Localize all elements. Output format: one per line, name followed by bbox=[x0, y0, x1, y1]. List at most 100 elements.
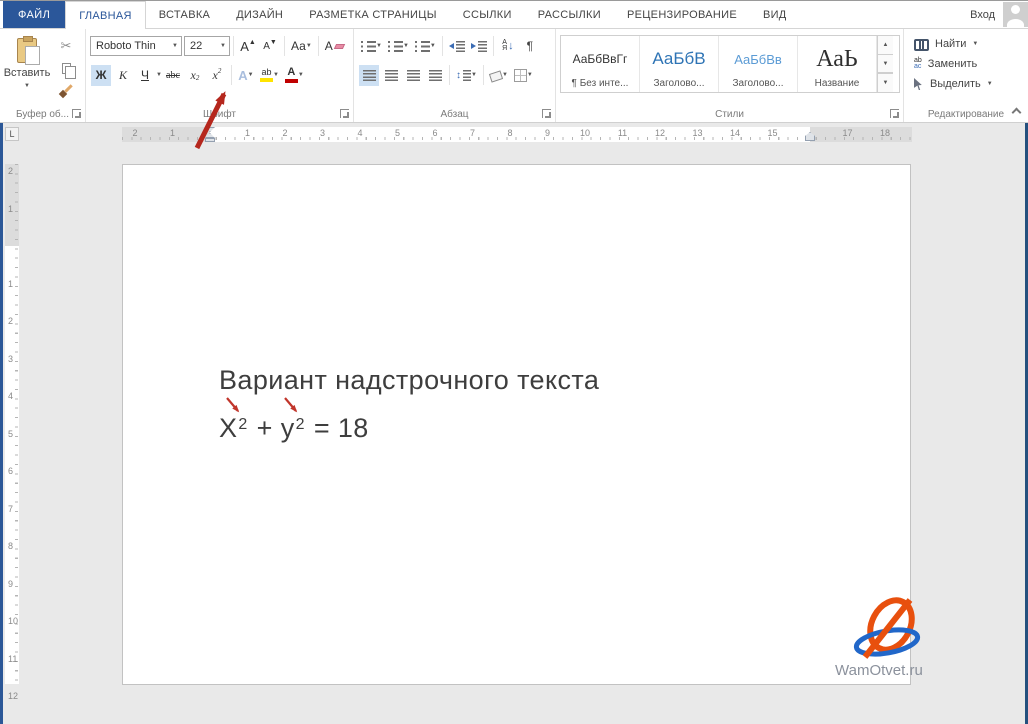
bold-button[interactable]: Ж bbox=[91, 65, 111, 86]
highlight-color-button[interactable]: ab ▼ bbox=[258, 65, 281, 86]
paste-dropdown-caret[interactable]: ▼ bbox=[24, 83, 30, 89]
vertical-ruler[interactable]: 21123456789101112 bbox=[5, 164, 19, 684]
numbering-button[interactable]: ▼ bbox=[386, 36, 411, 57]
shrink-font-button[interactable]: А▼ bbox=[260, 36, 280, 57]
ruler-number: 6 bbox=[432, 128, 437, 138]
font-dialog-launcher[interactable] bbox=[340, 109, 349, 118]
ruler-number: 10 bbox=[8, 616, 18, 626]
font-color-button[interactable]: А ▼ bbox=[283, 65, 306, 86]
line-spacing-button[interactable]: ↕▼ bbox=[454, 65, 479, 86]
grow-font-button[interactable]: А▲ bbox=[238, 36, 258, 57]
tab-insert[interactable]: ВСТАВКА bbox=[146, 1, 223, 28]
find-label: Найти bbox=[935, 38, 966, 50]
style-no-spacing[interactable]: АаБбВвГг ¶ Без инте... bbox=[561, 36, 640, 92]
subscript-button[interactable]: x2 bbox=[185, 65, 205, 86]
multilevel-list-button[interactable]: ▼ bbox=[413, 36, 438, 57]
style-heading1[interactable]: АаБбВ Заголово... bbox=[640, 36, 719, 92]
styles-more-button[interactable]: ▼ bbox=[877, 73, 893, 92]
tab-references[interactable]: ССЫЛКИ bbox=[450, 1, 525, 28]
style-heading2[interactable]: АаБбВв Заголово... bbox=[719, 36, 798, 92]
underline-caret[interactable]: ▼ bbox=[156, 72, 162, 78]
ruler-number: 9 bbox=[545, 128, 550, 138]
document-formula-text[interactable]: X2 + y2 = 18 bbox=[219, 413, 369, 444]
tab-design[interactable]: ДИЗАЙН bbox=[223, 1, 296, 28]
right-indent-marker[interactable] bbox=[805, 132, 815, 141]
user-avatar-icon[interactable] bbox=[1003, 2, 1028, 27]
paste-button[interactable]: Вставить ▼ bbox=[4, 34, 50, 102]
ruler-number: 14 bbox=[730, 128, 740, 138]
font-size-combo[interactable]: 22 ▼ bbox=[184, 36, 230, 56]
word-window: ФАЙЛ ГЛАВНАЯ ВСТАВКА ДИЗАЙН РАЗМЕТКА СТР… bbox=[0, 0, 1028, 724]
change-case-button[interactable]: Аа▼ bbox=[289, 36, 314, 57]
clipboard-dialog-launcher[interactable] bbox=[72, 109, 81, 118]
tab-view[interactable]: ВИД bbox=[750, 1, 800, 28]
cut-button[interactable]: ✂ bbox=[54, 36, 78, 56]
document-page[interactable]: Вариант надстрочного текста X2 + y2 = 18 bbox=[122, 164, 911, 685]
styles-dialog-launcher[interactable] bbox=[890, 109, 899, 118]
paragraph-dialog-launcher[interactable] bbox=[542, 109, 551, 118]
select-button[interactable]: Выделить ▼ bbox=[914, 74, 1025, 94]
italic-button[interactable]: К bbox=[113, 65, 133, 86]
highlight-icon: ab bbox=[260, 68, 273, 82]
ruler-ticks bbox=[15, 164, 18, 684]
ruler-number: 2 bbox=[8, 316, 13, 326]
window-border-left bbox=[0, 123, 3, 724]
copy-button[interactable] bbox=[54, 58, 78, 78]
tab-page-layout[interactable]: РАЗМЕТКА СТРАНИЦЫ bbox=[296, 1, 450, 28]
tab-home[interactable]: ГЛАВНАЯ bbox=[65, 1, 146, 29]
format-painter-button[interactable] bbox=[54, 80, 78, 100]
text-effects-button[interactable]: А▼ bbox=[236, 65, 256, 86]
styles-scroll-down-button[interactable]: ▼ bbox=[877, 55, 893, 74]
pilcrow-icon: ¶ bbox=[527, 39, 533, 53]
sign-in-label[interactable]: Вход bbox=[970, 9, 995, 21]
increase-indent-button[interactable] bbox=[469, 36, 489, 57]
binoculars-icon bbox=[914, 39, 929, 49]
ruler-number: 15 bbox=[767, 128, 777, 138]
align-right-button[interactable] bbox=[403, 65, 423, 86]
superscript-x2: 2 bbox=[238, 416, 247, 433]
strikethrough-button[interactable]: abc bbox=[163, 65, 183, 86]
ruler-number: 1 bbox=[8, 279, 13, 289]
ruler-number: 17 bbox=[842, 128, 852, 138]
align-left-icon bbox=[363, 70, 376, 81]
decrease-indent-button[interactable] bbox=[447, 36, 467, 57]
find-caret: ▼ bbox=[972, 41, 978, 47]
font-group: Roboto Thin ▼ 22 ▼ А▲ А▼ Аа▼ А Ж К Ч ▼ bbox=[86, 29, 354, 122]
ruler-number: 1 bbox=[8, 204, 13, 214]
paragraph-group: ▼ ▼ ▼ АЯ↓ ¶ ↕▼ ▼ ▼ Абзац bbox=[354, 29, 556, 122]
style-title[interactable]: АаЬ Название bbox=[798, 36, 877, 92]
left-indent-marker[interactable] bbox=[205, 138, 215, 142]
horizontal-ruler[interactable]: 211234567891011121314151718 bbox=[122, 127, 912, 142]
ruler-number: 10 bbox=[580, 128, 590, 138]
clear-formatting-button[interactable]: А bbox=[323, 36, 346, 57]
bullets-button[interactable]: ▼ bbox=[359, 36, 384, 57]
superscript-y2: 2 bbox=[296, 416, 305, 433]
ruler-number: 2 bbox=[132, 128, 137, 138]
first-line-indent-marker[interactable] bbox=[205, 127, 215, 132]
sort-button[interactable]: АЯ↓ bbox=[498, 36, 518, 57]
style-name: Заголово... bbox=[733, 78, 784, 92]
tab-file[interactable]: ФАЙЛ bbox=[3, 1, 65, 28]
styles-gallery: АаБбВвГг ¶ Без инте... АаБбВ Заголово...… bbox=[560, 35, 900, 93]
justify-button[interactable] bbox=[425, 65, 445, 86]
font-name-value: Roboto Thin bbox=[96, 40, 156, 52]
document-title-text[interactable]: Вариант надстрочного текста bbox=[219, 365, 599, 396]
borders-button[interactable]: ▼ bbox=[512, 65, 535, 86]
find-button[interactable]: Найти ▼ bbox=[914, 34, 1025, 54]
justify-icon bbox=[429, 70, 442, 81]
tab-stop-selector[interactable]: L bbox=[5, 127, 19, 141]
replace-button[interactable]: abac Заменить bbox=[914, 54, 1025, 74]
scissors-icon: ✂ bbox=[61, 38, 72, 54]
replace-label: Заменить bbox=[928, 58, 977, 70]
font-name-combo[interactable]: Roboto Thin ▼ bbox=[90, 36, 182, 56]
align-center-button[interactable] bbox=[381, 65, 401, 86]
align-left-button[interactable] bbox=[359, 65, 379, 86]
styles-scroll-up-button[interactable]: ▲ bbox=[877, 36, 893, 55]
tab-review[interactable]: РЕЦЕНЗИРОВАНИЕ bbox=[614, 1, 750, 28]
show-marks-button[interactable]: ¶ bbox=[520, 36, 540, 57]
superscript-button[interactable]: x2 bbox=[207, 65, 227, 86]
tab-mailings[interactable]: РАССЫЛКИ bbox=[525, 1, 614, 28]
shading-button[interactable]: ▼ bbox=[488, 65, 510, 86]
sign-in-area: Вход bbox=[970, 1, 1028, 28]
underline-button[interactable]: Ч bbox=[135, 65, 155, 86]
